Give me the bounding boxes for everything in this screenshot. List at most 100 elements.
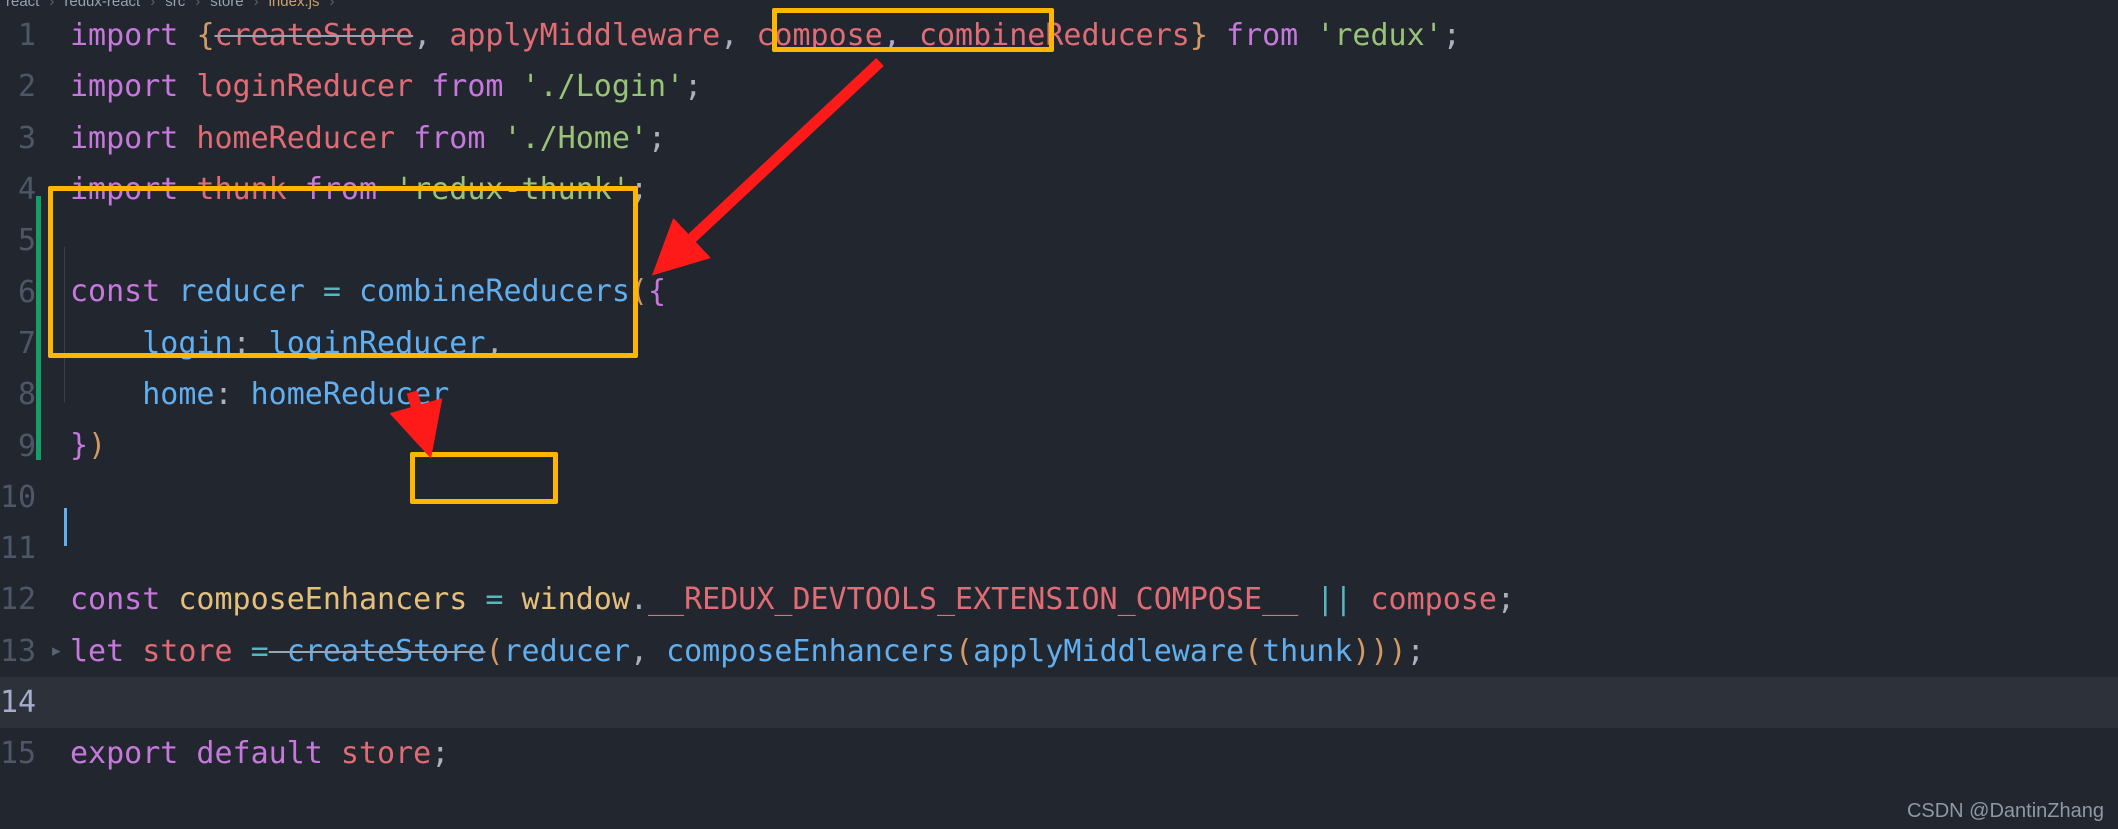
token-paren-close: )	[88, 428, 107, 464]
token-key-home: home	[142, 377, 215, 413]
token-apply-middleware: applyMiddleware	[449, 18, 721, 53]
line-number: 2	[17, 69, 36, 105]
token-thunk: thunk	[178, 171, 287, 207]
code-line-14[interactable]: 14	[0, 676, 2118, 729]
code-line-13[interactable]: 13 ▸ let store = createStore(reducer, co…	[0, 626, 2118, 677]
token-keyword-default: default	[178, 736, 323, 772]
token-keyword-const: const	[70, 582, 161, 618]
line-number: 5	[17, 223, 36, 259]
token-value-login-reducer: loginReducer	[250, 325, 486, 361]
breadcrumb-separator: ›	[253, 0, 259, 10]
code-line-4[interactable]: 4 import thunk from 'redux-thunk';	[0, 164, 2118, 215]
token-module-redux: 'redux'	[1316, 18, 1443, 53]
breadcrumb-separator: ›	[150, 0, 156, 10]
token-keyword-import: import	[70, 120, 179, 156]
token-comma: ,	[485, 325, 504, 361]
line-number: 3	[17, 120, 36, 156]
token-module-home: './Home'	[503, 120, 649, 156]
code-line-9[interactable]: 9 })	[0, 420, 2118, 471]
token-keyword-from: from	[413, 69, 522, 105]
line-number: 7	[17, 325, 36, 361]
fold-marker-col	[50, 164, 64, 215]
code-line-8[interactable]: 8 home: homeReducer	[0, 369, 2118, 420]
code-text: import {createStore, applyMiddleware, co…	[64, 10, 2118, 61]
code-line-1[interactable]: 1 import {createStore, applyMiddleware, …	[0, 10, 2118, 61]
breadcrumb-item-file[interactable]: index.js	[269, 0, 320, 10]
code-line-6[interactable]: 6 const reducer = combineReducers({	[0, 266, 2118, 317]
fold-marker-col	[50, 113, 64, 164]
token-semicolon: ;	[1496, 582, 1515, 618]
code-line-3[interactable]: 3 import homeReducer from './Home';	[0, 113, 2118, 164]
token-compose-enhancers-call: composeEnhancers	[666, 633, 956, 669]
token-keyword-from: from	[286, 171, 396, 207]
token-keyword-const: const	[70, 274, 161, 310]
token-combine-reducers-call: combineReducers	[340, 274, 630, 310]
code-editor[interactable]: 1 import {createStore, applyMiddleware, …	[0, 10, 2118, 829]
token-home-reducer: homeReducer	[178, 120, 396, 156]
code-text: let store = createStore(reducer, compose…	[64, 626, 2118, 677]
token-dot: .	[629, 582, 648, 618]
token-comma: ,	[720, 18, 757, 53]
token-compose: compose	[756, 18, 883, 53]
token-assign: =	[250, 633, 269, 669]
token-devtools-extension-compose: __REDUX_DEVTOOLS_EXTENSION_COMPOSE__	[647, 582, 1299, 618]
token-paren-open: (	[955, 633, 974, 669]
fold-marker-col	[50, 266, 64, 317]
token-arg-thunk: thunk	[1262, 633, 1353, 669]
fold-marker-col	[50, 728, 64, 779]
token-assign: =	[322, 274, 341, 310]
breadcrumb-separator: ›	[195, 0, 201, 10]
line-number: 8	[17, 377, 36, 413]
token-comma: ,	[413, 18, 450, 53]
token-semicolon: ;	[1442, 18, 1461, 53]
token-apply-middleware-call: applyMiddleware	[973, 633, 1245, 669]
token-compose-enhancers-name: composeEnhancers	[160, 582, 486, 618]
breadcrumb-item-1[interactable]: redux-react	[64, 0, 140, 10]
code-line-2[interactable]: 2 import loginReducer from './Login';	[0, 61, 2118, 112]
code-lines: 1 import {createStore, applyMiddleware, …	[0, 10, 2118, 779]
token-login-reducer: loginReducer	[178, 69, 414, 105]
code-line-5[interactable]: 5	[0, 215, 2118, 266]
chevron-right-icon[interactable]: ▸	[52, 641, 61, 661]
line-number: 14	[0, 685, 37, 720]
token-keyword-import: import	[70, 18, 179, 53]
fold-marker-col	[50, 420, 64, 471]
code-line-11[interactable]: 11	[0, 523, 2118, 574]
code-line-12[interactable]: 12 const composeEnhancers = window.__RED…	[0, 574, 2118, 625]
line-number: 12	[0, 582, 37, 618]
code-text: const composeEnhancers = window.__REDUX_…	[64, 574, 2118, 625]
token-semicolon: ;	[684, 69, 703, 105]
token-key-login: login	[142, 325, 233, 361]
fold-marker-col	[50, 574, 64, 625]
code-text: import homeReducer from './Home';	[64, 113, 2118, 164]
fold-marker-col	[50, 318, 64, 369]
indent-guide	[64, 247, 65, 402]
code-line-15[interactable]: 15 export default store;	[0, 728, 2118, 779]
token-paren-open: (	[485, 633, 504, 669]
fold-marker-col	[50, 10, 64, 61]
token-create-store-deprecated: createStore	[268, 633, 486, 669]
breadcrumb-item-0[interactable]: react	[6, 0, 39, 10]
code-text: })	[64, 420, 2118, 471]
breadcrumb-item-2[interactable]: src	[165, 0, 185, 10]
line-number: 13	[0, 633, 37, 669]
code-line-7[interactable]: 7 login: loginReducer,	[0, 318, 2118, 369]
token-keyword-let: let	[70, 633, 125, 669]
fold-marker-col	[50, 215, 64, 266]
token-arg-reducer: reducer	[503, 633, 630, 669]
breadcrumb-item-3[interactable]: store	[210, 0, 243, 10]
code-line-10[interactable]: 10	[0, 472, 2118, 523]
token-window: window	[503, 582, 630, 618]
token-comma: ,	[629, 633, 667, 669]
line-number: 9	[17, 428, 36, 464]
token-paren-open: (	[629, 274, 648, 310]
token-logical-or: ||	[1298, 582, 1371, 618]
token-paren-close-group: )))	[1352, 633, 1407, 669]
token-value-home-reducer: homeReducer	[232, 377, 450, 413]
token-semicolon: ;	[1406, 633, 1425, 669]
token-create-store-deprecated: createStore	[214, 18, 414, 53]
token-store-name: store	[124, 633, 251, 669]
token-keyword-import: import	[70, 69, 179, 105]
